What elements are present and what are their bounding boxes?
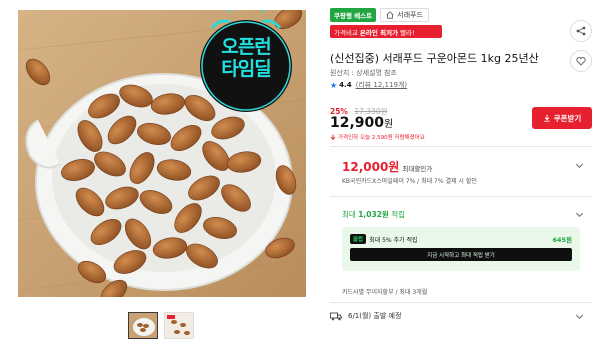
chevron-down-icon[interactable] bbox=[575, 312, 584, 321]
product-info-panel: 쿠팡랭 베스트 서래푸드 가격비교 온라인 최저가 빨라! (신선집중) 서래푸… bbox=[330, 0, 592, 339]
download-icon bbox=[543, 114, 550, 122]
share-button[interactable] bbox=[570, 20, 592, 42]
review-count-link[interactable]: (리뷰 12,119개) bbox=[356, 80, 408, 90]
rating-value: 4.4 bbox=[339, 81, 352, 89]
product-origin: 원산지 : 상세설명 참조 bbox=[330, 69, 397, 77]
divider bbox=[330, 302, 592, 303]
club-signup-button[interactable]: 지금 시작하고 최대 적립 받기 bbox=[350, 248, 572, 261]
club-tag: 클럽 bbox=[350, 234, 367, 244]
divider bbox=[330, 196, 592, 197]
points-prefix: 최대 bbox=[342, 210, 359, 219]
thumbnail-1[interactable] bbox=[128, 312, 158, 339]
store-home-icon bbox=[386, 11, 394, 19]
card-installment-info: 카드사별 무이자할부 / 최대 3개월 bbox=[342, 289, 428, 296]
wishlist-button[interactable] bbox=[570, 50, 592, 72]
price-compare-banner[interactable]: 가격비교 온라인 최저가 빨라! bbox=[330, 25, 442, 38]
badge-row: 쿠팡랭 베스트 서래푸드 bbox=[330, 8, 429, 22]
compare-prefix: 가격비교 bbox=[334, 28, 358, 37]
store-name: 서래푸드 bbox=[397, 11, 423, 19]
best-price-detail: KB국민카드X스마일페이 7% / 최대 7% 결제 시 할인 bbox=[342, 178, 477, 185]
heart-icon bbox=[576, 57, 586, 66]
sale-price: 12,900원 bbox=[330, 115, 393, 131]
shipping-row: 6/1(월) 출발 예정 bbox=[330, 311, 401, 321]
store-link[interactable]: 서래푸드 bbox=[380, 8, 429, 22]
price-drop-note: 가격인하 오늘 2,590원 저렴해졌어요 bbox=[330, 133, 425, 141]
sale-price-amount: 12,900 bbox=[330, 115, 385, 131]
star-icon: ★ bbox=[330, 80, 338, 90]
compare-suffix: 빨라! bbox=[400, 28, 415, 37]
coupon-button[interactable]: 쿠폰받기 bbox=[532, 107, 592, 129]
thumbnail-strip bbox=[128, 312, 194, 339]
coupon-label: 쿠폰받기 bbox=[553, 113, 582, 123]
best-seller-badge: 쿠팡랭 베스트 bbox=[330, 8, 377, 22]
best-price-row[interactable]: 12,000원 최대할인가 bbox=[342, 158, 432, 175]
thumbnail-2[interactable] bbox=[164, 312, 194, 339]
promo-line-2: 타임딜 bbox=[221, 58, 271, 80]
price-drop-text: 가격인하 오늘 2,590원 저렴해졌어요 bbox=[338, 135, 425, 141]
product-title: (신선집중) 서래푸드 구운아몬드 1kg 25년산 bbox=[330, 52, 539, 65]
chevron-down-icon[interactable] bbox=[575, 210, 584, 219]
down-arrow-icon bbox=[330, 134, 336, 140]
rating-row[interactable]: ★ 4.4 (리뷰 12,119개) bbox=[330, 80, 407, 90]
club-points-box: 클럽 최대 5% 추가 적립 645원 지금 시작하고 최대 적립 받기 bbox=[342, 227, 580, 271]
points-amount: 1,032원 bbox=[358, 210, 389, 219]
sale-price-unit: 원 bbox=[384, 119, 394, 130]
club-tag-text: 최대 5% 추가 적립 bbox=[369, 236, 418, 244]
chevron-down-icon[interactable] bbox=[575, 161, 584, 170]
points-row[interactable]: 최대 1,032원 적립 bbox=[342, 209, 405, 220]
best-price-amount: 12,000원 bbox=[342, 160, 400, 174]
promo-badge-text: 오픈런 타임딜 bbox=[206, 36, 286, 80]
shipping-text: 6/1(월) 출발 예정 bbox=[348, 312, 402, 320]
divider bbox=[330, 146, 592, 147]
promo-line-1: 오픈런 bbox=[221, 36, 271, 58]
share-icon bbox=[576, 26, 586, 36]
points-suffix: 적립 bbox=[388, 210, 405, 219]
best-price-label: 최대할인가 bbox=[402, 165, 433, 173]
club-extra-amount: 645원 bbox=[552, 236, 572, 244]
compare-highlight: 온라인 최저가 bbox=[359, 28, 399, 37]
club-tag-row: 클럽 최대 5% 추가 적립 bbox=[350, 234, 418, 244]
product-main-image[interactable]: 오픈런 타임딜 bbox=[18, 10, 306, 297]
truck-icon bbox=[330, 312, 342, 320]
